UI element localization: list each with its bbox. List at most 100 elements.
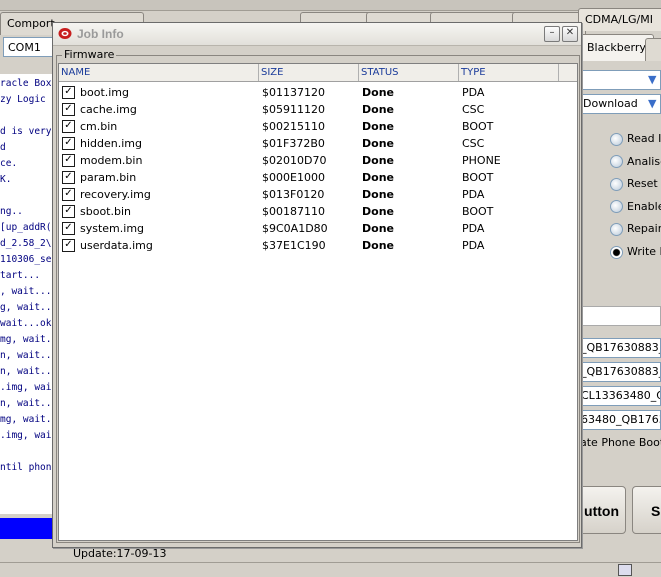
- tab-partial[interactable]: [645, 38, 661, 61]
- log-line: .img, wai: [0, 430, 52, 441]
- close-icon[interactable]: ✕: [562, 26, 578, 42]
- port-select[interactable]: COM1: [3, 37, 55, 57]
- firmware-row[interactable]: ✓ recovery.img $013F0120 Done PDA: [59, 186, 577, 203]
- cell-size: $000E1000: [262, 171, 325, 184]
- row-checkbox[interactable]: ✓: [62, 120, 75, 133]
- log-line: wait...ok: [0, 318, 52, 329]
- cell-status: Done: [362, 137, 394, 150]
- firmware-row[interactable]: ✓ system.img $9C0A1D80 Done PDA: [59, 220, 577, 237]
- cell-name: cm.bin: [80, 120, 118, 133]
- row-checkbox[interactable]: ✓: [62, 154, 75, 167]
- radio-icon[interactable]: [610, 132, 623, 146]
- mode-combo[interactable]: Download ▼: [580, 94, 661, 114]
- radio-icon[interactable]: [610, 222, 623, 236]
- cell-type: PHONE: [462, 154, 501, 167]
- radio-icon[interactable]: [610, 245, 623, 259]
- firmware-row[interactable]: ✓ hidden.img $01F372B0 Done CSC: [59, 135, 577, 152]
- mode-combo-value: Download: [583, 97, 638, 110]
- option-radio[interactable]: Repair: [610, 220, 661, 238]
- log-line: racle Box: [0, 78, 52, 89]
- radio-icon[interactable]: [610, 177, 623, 191]
- log-line: zy Logic: [0, 94, 46, 105]
- row-checkbox[interactable]: ✓: [62, 86, 75, 99]
- cell-size: $37E1C190: [262, 239, 326, 252]
- firmware-list[interactable]: NAME SIZE STATUS TYPE ✓ boot.img $01137120…: [58, 63, 578, 541]
- log-line: ce.: [0, 158, 18, 169]
- option-radio[interactable]: Write F: [610, 243, 661, 261]
- cell-status: Done: [362, 188, 394, 201]
- log-line: ntil phon: [0, 462, 52, 473]
- firmware-group-label: Firmware: [62, 48, 117, 61]
- firmware-row[interactable]: ✓ cache.img $05911120 Done CSC: [59, 101, 577, 118]
- file-field-1[interactable]: _QB17630883_F: [580, 338, 661, 358]
- cell-name: hidden.img: [80, 137, 142, 150]
- second-action-button[interactable]: S: [632, 486, 661, 534]
- column-header-status[interactable]: STATUS: [359, 64, 459, 81]
- tab-cdma-lg-mi[interactable]: CDMA/LG/MI: [578, 8, 661, 31]
- cell-name: param.bin: [80, 171, 137, 184]
- option-radio[interactable]: Read I: [610, 130, 661, 148]
- tab-blackberry[interactable]: Blackberry: [580, 34, 654, 61]
- cell-type: CSC: [462, 103, 485, 116]
- cell-type: PDA: [462, 188, 485, 201]
- log-selection-bar: [0, 518, 52, 539]
- log-line: n, wait..: [0, 366, 52, 377]
- column-header-type[interactable]: TYPE: [459, 64, 559, 81]
- column-header-name[interactable]: NAME: [59, 64, 259, 81]
- cell-type: PDA: [462, 239, 485, 252]
- radio-icon[interactable]: [610, 155, 623, 169]
- log-line: [up_addR(: [0, 222, 52, 233]
- dialog-titlebar[interactable]: Job Info – ✕: [53, 23, 581, 46]
- port-combo-partial[interactable]: ▼: [580, 70, 661, 90]
- cell-size: $00215110: [262, 120, 325, 133]
- option-label: Repair: [627, 222, 661, 236]
- dropdown-arrow-icon[interactable]: ▼: [648, 97, 660, 111]
- option-label: Enable: [627, 199, 661, 213]
- file-field-3[interactable]: CL13363480_QB: [580, 386, 661, 406]
- row-checkbox[interactable]: ✓: [62, 188, 75, 201]
- firmware-row[interactable]: ✓ modem.bin $02010D70 Done PHONE: [59, 152, 577, 169]
- file-field-2[interactable]: _QB17630883_F: [580, 362, 661, 382]
- file-field-4[interactable]: 63480_QB17630: [580, 410, 661, 430]
- cell-size: $00187110: [262, 205, 325, 218]
- cell-size: $02010D70: [262, 154, 327, 167]
- cell-type: BOOT: [462, 171, 494, 184]
- option-label: Reset: [627, 177, 658, 191]
- blank-field[interactable]: [580, 306, 661, 326]
- row-checkbox[interactable]: ✓: [62, 239, 75, 252]
- cell-status: Done: [362, 120, 394, 133]
- job-info-dialog: Job Info – ✕ Firmware NAME SIZE STATUS T…: [52, 22, 582, 560]
- cell-status: Done: [362, 86, 394, 99]
- cell-status: Done: [362, 171, 394, 184]
- minimize-icon[interactable]: –: [544, 26, 560, 42]
- option-radio[interactable]: Analise: [610, 153, 661, 171]
- cell-name: cache.img: [80, 103, 137, 116]
- log-output: racle Box zy Logic d is very d ce. K. ng.. [up_…: [0, 74, 52, 514]
- row-checkbox[interactable]: ✓: [62, 205, 75, 218]
- option-radio[interactable]: Enable: [610, 198, 661, 216]
- firmware-row[interactable]: ✓ param.bin $000E1000 Done BOOT: [59, 169, 577, 186]
- row-checkbox[interactable]: ✓: [62, 222, 75, 235]
- option-radio[interactable]: Reset: [610, 175, 658, 193]
- radio-icon[interactable]: [610, 200, 623, 214]
- keyboard-icon: [618, 564, 632, 576]
- log-line: mg, wait.: [0, 334, 52, 345]
- firmware-row[interactable]: ✓ cm.bin $00215110 Done BOOT: [59, 118, 577, 135]
- cell-size: $01F372B0: [262, 137, 325, 150]
- cell-status: Done: [362, 154, 394, 167]
- cell-size: $013F0120: [262, 188, 325, 201]
- firmware-row[interactable]: ✓ sboot.bin $00187110 Done BOOT: [59, 203, 577, 220]
- list-header: NAME SIZE STATUS TYPE: [59, 64, 577, 82]
- row-checkbox[interactable]: ✓: [62, 137, 75, 150]
- firmware-row[interactable]: ✓ userdata.img $37E1C190 Done PDA: [59, 237, 577, 254]
- cell-type: BOOT: [462, 205, 494, 218]
- firmware-row[interactable]: ✓ boot.img $01137120 Done PDA: [59, 84, 577, 101]
- cell-name: boot.img: [80, 86, 130, 99]
- cell-name: modem.bin: [80, 154, 143, 167]
- dropdown-arrow-icon[interactable]: ▼: [648, 73, 660, 87]
- cell-name: system.img: [80, 222, 145, 235]
- row-checkbox[interactable]: ✓: [62, 171, 75, 184]
- row-checkbox[interactable]: ✓: [62, 103, 75, 116]
- column-header-size[interactable]: SIZE: [259, 64, 359, 81]
- cell-status: Done: [362, 103, 394, 116]
